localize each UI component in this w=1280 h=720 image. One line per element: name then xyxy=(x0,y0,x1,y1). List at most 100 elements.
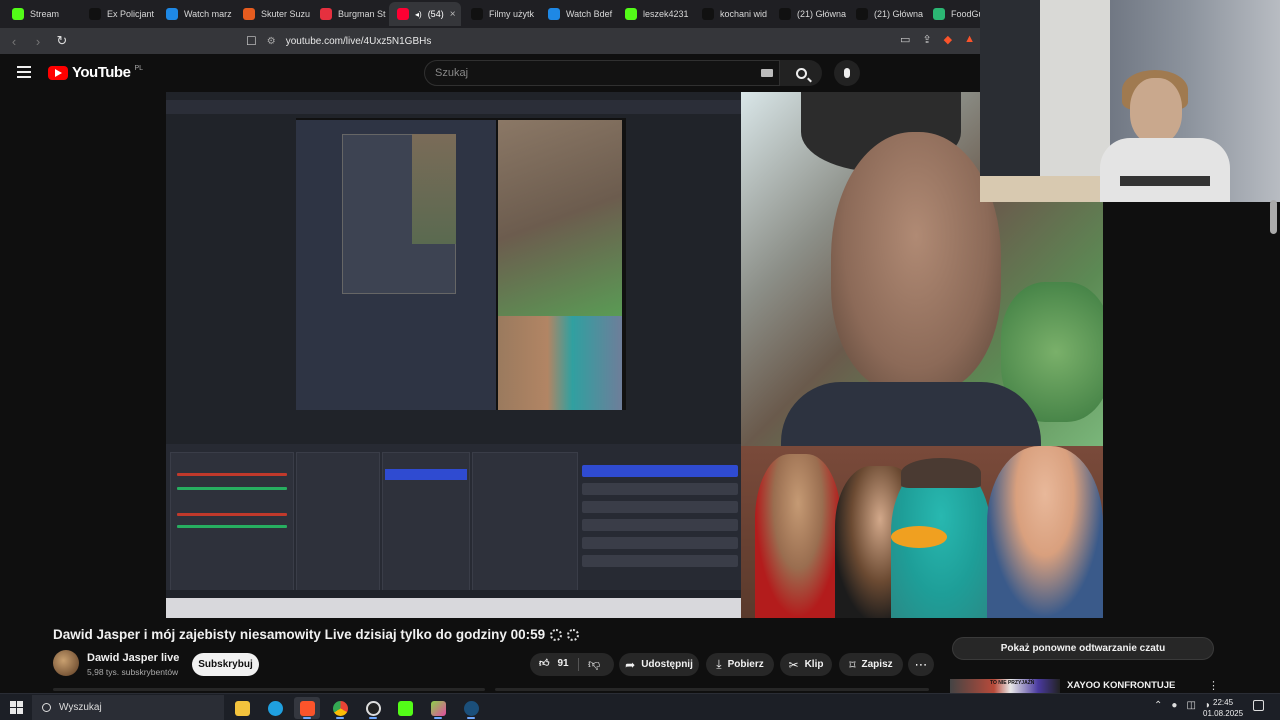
video-trio-image xyxy=(741,446,1103,618)
file-explorer-icon[interactable] xyxy=(229,697,255,719)
recommended-thumbnail-text: TO NIE PRZYJAŹŃ xyxy=(990,680,1035,686)
youtube-play-icon xyxy=(48,65,68,80)
obs-settings-button xyxy=(582,537,738,549)
beak-image xyxy=(891,526,947,548)
browser-tab-label: Ex Policjant xyxy=(107,9,155,19)
download-icon: ⤓ xyxy=(716,657,722,671)
dislike-button[interactable]: 👎︎ xyxy=(588,657,600,672)
close-tab-icon[interactable]: × xyxy=(450,9,456,20)
search-icon xyxy=(795,67,807,79)
clock-date: 01.08.2025 xyxy=(1203,709,1244,718)
search-placeholder: Szukaj xyxy=(435,67,469,79)
chrome-icon[interactable] xyxy=(327,697,353,719)
media-app-icon[interactable] xyxy=(425,697,451,719)
like-button[interactable]: 👍︎ 91 xyxy=(539,657,569,670)
microphone-tray-icon[interactable]: ● xyxy=(1171,700,1177,711)
browser-tab[interactable]: ◂) (54) × xyxy=(389,2,461,26)
browser-tab[interactable]: Filmy użytk xyxy=(463,2,538,26)
clip-button[interactable]: ✂ Klip xyxy=(780,653,832,676)
browser-tab-label: kochani wid xyxy=(720,9,768,19)
browser-tab[interactable]: (21) Główna xyxy=(771,2,846,26)
recommended-title[interactable]: XAYOO KONFRONTUJE xyxy=(1067,680,1175,691)
share-button[interactable]: ➦ Udostępnij xyxy=(619,653,699,676)
screen-cast-icon[interactable]: ▭ xyxy=(900,33,910,46)
forward-icon[interactable]: › xyxy=(28,34,48,49)
webcam-overlay xyxy=(980,0,1280,202)
wifi-icon[interactable]: ◫ xyxy=(1186,700,1195,711)
browser-tab[interactable]: Ex Policjant xyxy=(81,2,156,26)
shirt-image xyxy=(781,382,1041,446)
brave-icon[interactable] xyxy=(294,697,320,719)
microphone-icon xyxy=(844,68,850,78)
obs-audio-mixer xyxy=(170,452,294,602)
face-image xyxy=(831,132,1001,392)
obs-record-button xyxy=(582,483,738,495)
desk-image xyxy=(980,176,1100,202)
browser-tab[interactable]: leszek4231 xyxy=(617,2,692,26)
bookmark-add-icon: ⌑ xyxy=(849,657,856,672)
browser-tab-label: (21) Główna xyxy=(874,9,923,19)
search-button[interactable] xyxy=(780,60,822,86)
x-icon xyxy=(779,8,791,20)
reload-icon[interactable]: ↻ xyxy=(52,33,72,49)
download-button[interactable]: ⤓ Pobierz xyxy=(706,653,774,676)
voice-search-button[interactable] xyxy=(834,60,860,86)
web-icon xyxy=(548,8,560,20)
obs-transitions xyxy=(472,452,578,602)
edge-icon[interactable] xyxy=(262,697,288,719)
browser-tab-label: Skuter Suzu xyxy=(261,9,310,19)
browser-tab-label: Watch marz xyxy=(184,9,232,19)
browser-tab-label: leszek4231 xyxy=(643,9,689,19)
brave-shield-icon[interactable]: ◆ xyxy=(944,33,952,46)
more-actions-button[interactable]: ⋯ xyxy=(908,653,934,676)
windows-start-icon[interactable] xyxy=(10,701,23,714)
youtube-logo[interactable]: YouTube PL xyxy=(48,64,143,81)
x-icon xyxy=(856,8,868,20)
cartoon-platypus-image xyxy=(891,458,991,618)
chevron-up-icon[interactable]: ⌃ xyxy=(1154,700,1162,711)
kick-app-icon[interactable] xyxy=(392,697,418,719)
menu-icon[interactable] xyxy=(17,66,31,78)
windows-taskbar: Wyszukaj ⌃ ● ◫ ◗ 22:45 01.08.2025 xyxy=(0,693,1280,720)
taskbar-search-placeholder: Wyszukaj xyxy=(59,702,102,713)
channel-name[interactable]: Dawid Jasper live xyxy=(87,652,179,664)
brave-rewards-icon[interactable]: ▲ xyxy=(964,33,975,46)
browser-actions: ▭ ⇪ ◆ ▲ xyxy=(900,33,975,46)
clock-time: 22:45 xyxy=(1213,698,1234,707)
speaker-icon[interactable]: ◂) xyxy=(415,10,422,19)
subscribe-button[interactable]: Subskrybuj xyxy=(192,653,259,676)
channel-avatar[interactable] xyxy=(53,650,79,676)
browser-tab[interactable]: Watch marz xyxy=(158,2,233,26)
back-icon[interactable]: ‹ xyxy=(4,34,24,49)
taskbar-search[interactable]: Wyszukaj xyxy=(32,695,224,720)
obs-sources xyxy=(296,452,380,602)
search-input[interactable]: Szukaj xyxy=(424,60,780,86)
browser-tab[interactable]: Watch Bdef xyxy=(540,2,615,26)
save-button[interactable]: ⌑ Zapisz xyxy=(839,653,903,676)
site-info-icon[interactable]: ⚙ xyxy=(267,36,276,47)
thumbs-up-icon: 👍︎ xyxy=(539,658,550,669)
notification-icon[interactable] xyxy=(1253,700,1264,711)
obs-icon[interactable] xyxy=(360,697,386,719)
page-scrollbar[interactable] xyxy=(1270,200,1277,234)
video-player[interactable] xyxy=(166,92,1103,618)
show-chat-replay-button[interactable]: Pokaż ponowne odtwarzanie czatu xyxy=(952,637,1214,660)
browser-tab[interactable]: Burgman St xyxy=(312,2,387,26)
bookmark-icon[interactable]: ☐ xyxy=(246,34,257,48)
browser-tab[interactable]: Skuter Suzu xyxy=(235,2,310,26)
video-obs-screen xyxy=(166,92,741,618)
steam-icon[interactable] xyxy=(458,697,484,719)
kick-icon xyxy=(12,8,24,20)
browser-tab[interactable]: (21) Główna xyxy=(848,2,923,26)
browser-tab-label: (21) Główna xyxy=(797,9,846,19)
system-clock[interactable]: 22:45 01.08.2025 xyxy=(1203,697,1243,719)
obs-studio-button xyxy=(582,519,738,531)
url-text: youtube.com/live/4Uxz5N1GBHs xyxy=(285,35,432,47)
obs-exit-button xyxy=(582,555,738,567)
recommended-more-icon[interactable]: ⋮ xyxy=(1208,679,1219,692)
share-icon[interactable]: ⇪ xyxy=(922,33,931,46)
browser-tab[interactable]: kochani wid xyxy=(694,2,769,26)
browser-tab[interactable]: Stream xyxy=(4,2,79,26)
address-bar[interactable]: ☐ ⚙ youtube.com/live/4Uxz5N1GBHs xyxy=(246,31,976,51)
keyboard-icon[interactable] xyxy=(761,69,773,77)
